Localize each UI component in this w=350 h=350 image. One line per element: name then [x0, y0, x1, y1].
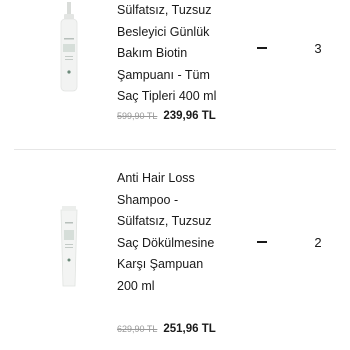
product-name-line: Saç Dökülmesine: [117, 235, 215, 250]
product-name-line: Karşı Şampuan: [117, 257, 204, 271]
cart-page: Sülfatsız, Tuzsuz Besleyici Günlük Bakım…: [0, 0, 350, 350]
product-name-line: Shampoo -: [117, 192, 179, 207]
product-name[interactable]: Sülfatsız, Tuzsuz Besleyici Günlük Bakım…: [117, 0, 237, 108]
minus-icon: [257, 241, 267, 243]
minus-icon: [257, 47, 267, 49]
product-image[interactable]: [40, 188, 100, 308]
product-name-line: Bakım Biotin: [117, 46, 188, 60]
decrease-quantity-button[interactable]: [250, 230, 274, 254]
price-group: 599,90 TL 239,96 TL: [117, 110, 216, 122]
quantity-value: 2: [314, 234, 322, 250]
product-name-line: Anti Hair Loss: [117, 171, 195, 185]
product-name-line: Şampuanı - Tüm: [117, 67, 210, 82]
decrease-quantity-button[interactable]: [250, 36, 274, 60]
cart-item: Sülfatsız, Tuzsuz Besleyici Günlük Bakım…: [0, 0, 350, 148]
product-name-line: Saç Tipleri 400 ml: [117, 89, 217, 103]
price-group: 629,90 TL 251,96 TL: [117, 323, 216, 335]
product-name-line: Besleyici Günlük: [117, 24, 210, 39]
quantity-stepper: 2: [250, 228, 330, 256]
old-price: 629,90 TL: [117, 324, 158, 334]
quantity-value: 3: [314, 40, 322, 56]
old-price: 599,90 TL: [117, 111, 158, 121]
product-image[interactable]: [40, 0, 100, 120]
cart-item: Anti Hair Loss Shampoo - Sülfatsız, Tuzs…: [0, 150, 350, 350]
discounted-price: 239,96 TL: [163, 110, 216, 122]
discounted-price: 251,96 TL: [163, 323, 216, 335]
product-name-line: Sülfatsız, Tuzsuz: [117, 3, 212, 17]
quantity-stepper: 3: [250, 34, 330, 62]
product-name-line: Sülfatsız, Tuzsuz: [117, 214, 212, 228]
product-name[interactable]: Anti Hair Loss Shampoo - Sülfatsız, Tuzs…: [117, 168, 237, 297]
product-name-line: 200 ml: [117, 278, 155, 293]
